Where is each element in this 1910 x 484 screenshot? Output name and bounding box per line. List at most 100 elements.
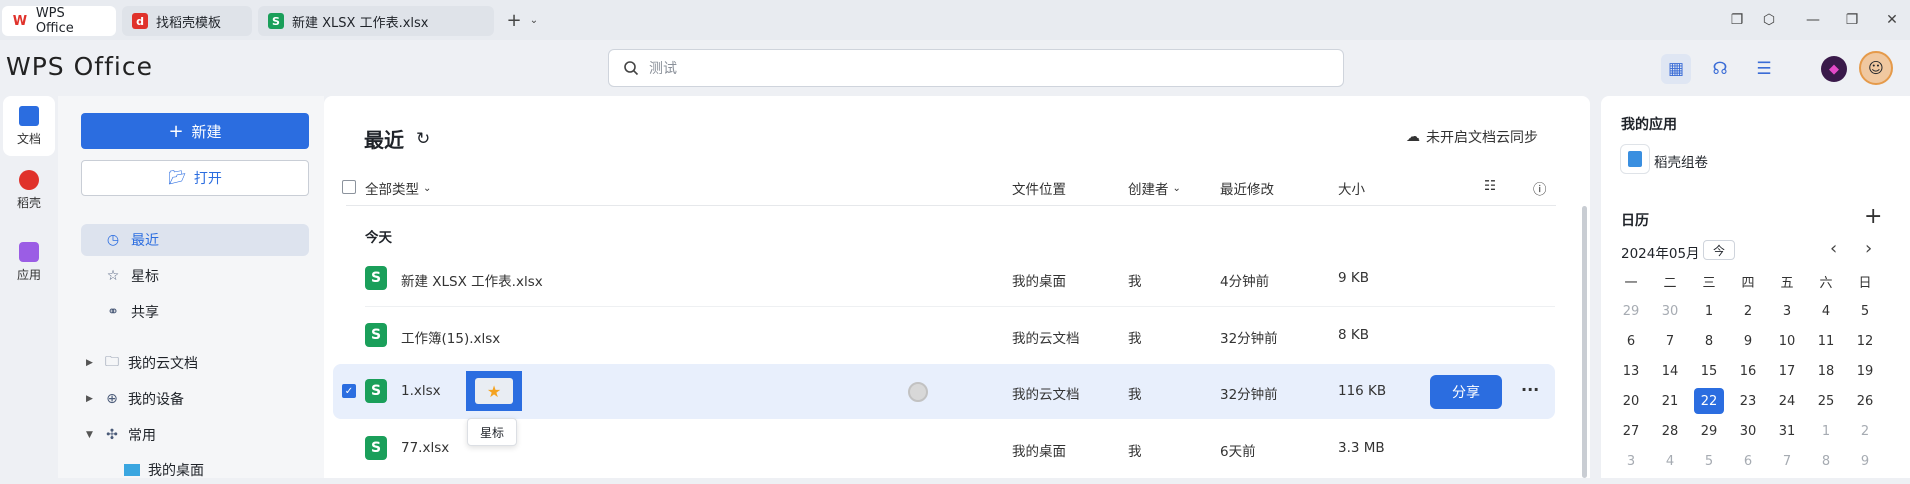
calendar-day[interactable]: 20	[1616, 388, 1646, 414]
calendar-day[interactable]: 4	[1655, 448, 1685, 474]
file-name: 新建 XLSX 工作表.xlsx	[401, 274, 543, 290]
cube-icon[interactable]: ⬡	[1759, 10, 1779, 30]
menu-icon[interactable]: ☰	[1749, 54, 1779, 84]
add-event-icon[interactable]: +	[1864, 204, 1882, 229]
column-size[interactable]: 大小	[1338, 178, 1365, 198]
calendar-day[interactable]: 30	[1733, 418, 1763, 444]
tree-item-desktop[interactable]: 我的桌面	[124, 456, 204, 484]
calendar-day[interactable]: 4	[1811, 298, 1841, 324]
calendar-day[interactable]: 12	[1850, 328, 1880, 354]
rail-item-documents[interactable]: 文档	[3, 96, 55, 156]
calendar-day[interactable]: 21	[1655, 388, 1685, 414]
calendar-day[interactable]: 8	[1694, 328, 1724, 354]
refresh-icon[interactable]: ↻	[416, 129, 430, 149]
calendar-day[interactable]: 29	[1616, 298, 1646, 324]
minimize-icon[interactable]: —	[1803, 10, 1823, 30]
column-type-filter[interactable]: 全部类型 ⌄	[365, 178, 431, 198]
calendar-day[interactable]: 18	[1811, 358, 1841, 384]
file-size: 8 KB	[1338, 327, 1369, 343]
restore-window-icon[interactable]: ❐	[1727, 10, 1747, 30]
search-input[interactable]: 测试	[649, 58, 677, 78]
avatar[interactable]: ☺	[1859, 51, 1893, 85]
file-size: 116 KB	[1338, 383, 1387, 399]
tree-item-my-device[interactable]: ▶ ⊕ 我的设备	[86, 385, 184, 413]
column-settings-icon[interactable]: ☷	[1484, 178, 1496, 194]
calendar-day[interactable]: 2	[1733, 298, 1763, 324]
calendar-day[interactable]: 7	[1772, 448, 1802, 474]
ai-assistant-icon[interactable]: ◆	[1821, 56, 1847, 82]
add-tab-icon[interactable]: +	[504, 10, 524, 31]
calendar-day[interactable]: 6	[1733, 448, 1763, 474]
calendar-day[interactable]: 25	[1811, 388, 1841, 414]
calendar-day[interactable]: 17	[1772, 358, 1802, 384]
calendar-day[interactable]: 13	[1616, 358, 1646, 384]
rail-item-apps[interactable]: 应用	[3, 232, 55, 292]
calendar-day[interactable]: 16	[1733, 358, 1763, 384]
close-icon[interactable]: ✕	[1882, 10, 1902, 30]
file-modified: 32分钟前	[1220, 331, 1278, 347]
next-month-icon[interactable]: ›	[1865, 238, 1872, 259]
open-button[interactable]: 📂︎ 打开	[81, 160, 309, 196]
file-name: 77.xlsx	[401, 440, 450, 456]
calendar-day[interactable]: 7	[1655, 328, 1685, 354]
calendar-day[interactable]: 3	[1772, 298, 1802, 324]
share-button[interactable]: 分享	[1430, 375, 1502, 409]
rail-label: 稻壳	[16, 195, 41, 210]
calendar-day[interactable]: 27	[1616, 418, 1646, 444]
file-creator: 我	[1128, 274, 1142, 290]
calendar-day[interactable]: 31	[1772, 418, 1802, 444]
calendar-day[interactable]: 11	[1811, 328, 1841, 354]
calendar-day[interactable]: 5	[1694, 448, 1724, 474]
tab-wps-office[interactable]: W WPS Office	[2, 6, 116, 36]
nav-item-starred[interactable]: ☆ 星标	[81, 260, 309, 292]
cloud-sync-status[interactable]: ☁︎ 未开启文档云同步	[1406, 127, 1538, 147]
nav-item-recent[interactable]: ◷ 最近	[81, 224, 309, 256]
row-checkbox[interactable]: ✓	[342, 384, 356, 398]
calendar-day[interactable]: 14	[1655, 358, 1685, 384]
calendar-day[interactable]: 1	[1694, 298, 1724, 324]
tab-new-xlsx[interactable]: S 新建 XLSX 工作表.xlsx	[258, 6, 494, 36]
calendar-day[interactable]: 15	[1694, 358, 1724, 384]
new-button[interactable]: + 新建	[81, 113, 309, 149]
select-all-checkbox[interactable]	[342, 180, 356, 194]
search-box[interactable]: 测试	[608, 49, 1344, 87]
calendar-day[interactable]: 19	[1850, 358, 1880, 384]
calendar-day[interactable]: 9	[1733, 328, 1763, 354]
calendar-day[interactable]: 5	[1850, 298, 1880, 324]
file-row[interactable]	[333, 308, 1555, 363]
maximize-icon[interactable]: ❐	[1842, 10, 1862, 30]
calendar-day-today[interactable]: 22	[1694, 388, 1724, 414]
file-size: 3.3 MB	[1338, 440, 1385, 456]
scrollbar[interactable]	[1582, 206, 1587, 478]
tree-item-cloud-docs[interactable]: ▶ 🗀︎ 我的云文档	[86, 349, 198, 377]
tab-docer-templates[interactable]: d 找稻壳模板	[122, 6, 252, 36]
calendar-day[interactable]: 9	[1850, 448, 1880, 474]
nav-item-shared[interactable]: ⚭ 共享	[81, 296, 309, 328]
calendar-day[interactable]: 10	[1772, 328, 1802, 354]
grid-view-icon[interactable]: ▦	[1661, 54, 1691, 84]
calendar-day[interactable]: 26	[1850, 388, 1880, 414]
calendar-day[interactable]: 23	[1733, 388, 1763, 414]
today-button[interactable]: 今	[1703, 240, 1735, 260]
calendar-day[interactable]: 24	[1772, 388, 1802, 414]
column-modified[interactable]: 最近修改	[1220, 178, 1274, 198]
prev-month-icon[interactable]: ‹	[1830, 238, 1837, 259]
calendar-day[interactable]: 3	[1616, 448, 1646, 474]
calendar-day[interactable]: 30	[1655, 298, 1685, 324]
app-docer-exam[interactable]	[1620, 144, 1650, 174]
calendar-day[interactable]: 6	[1616, 328, 1646, 354]
calendar-day[interactable]: 2	[1850, 418, 1880, 444]
calendar-day[interactable]: 1	[1811, 418, 1841, 444]
clock-icon: ◷	[106, 232, 120, 248]
calendar-day[interactable]: 28	[1655, 418, 1685, 444]
calendar-day[interactable]: 8	[1811, 448, 1841, 474]
chevron-down-icon[interactable]: ⌄	[524, 10, 544, 30]
more-icon[interactable]: ···	[1521, 380, 1539, 399]
calendar-day[interactable]: 29	[1694, 418, 1724, 444]
headset-icon[interactable]: ☊	[1705, 54, 1735, 84]
tree-item-frequent[interactable]: ▼ ✣ 常用	[86, 421, 156, 449]
column-creator[interactable]: 创建者 ⌄	[1128, 178, 1181, 198]
rail-item-docer[interactable]: 稻壳	[3, 160, 55, 220]
star-button[interactable]: ★	[466, 371, 522, 411]
info-icon[interactable]: ⓘ	[1533, 178, 1547, 198]
